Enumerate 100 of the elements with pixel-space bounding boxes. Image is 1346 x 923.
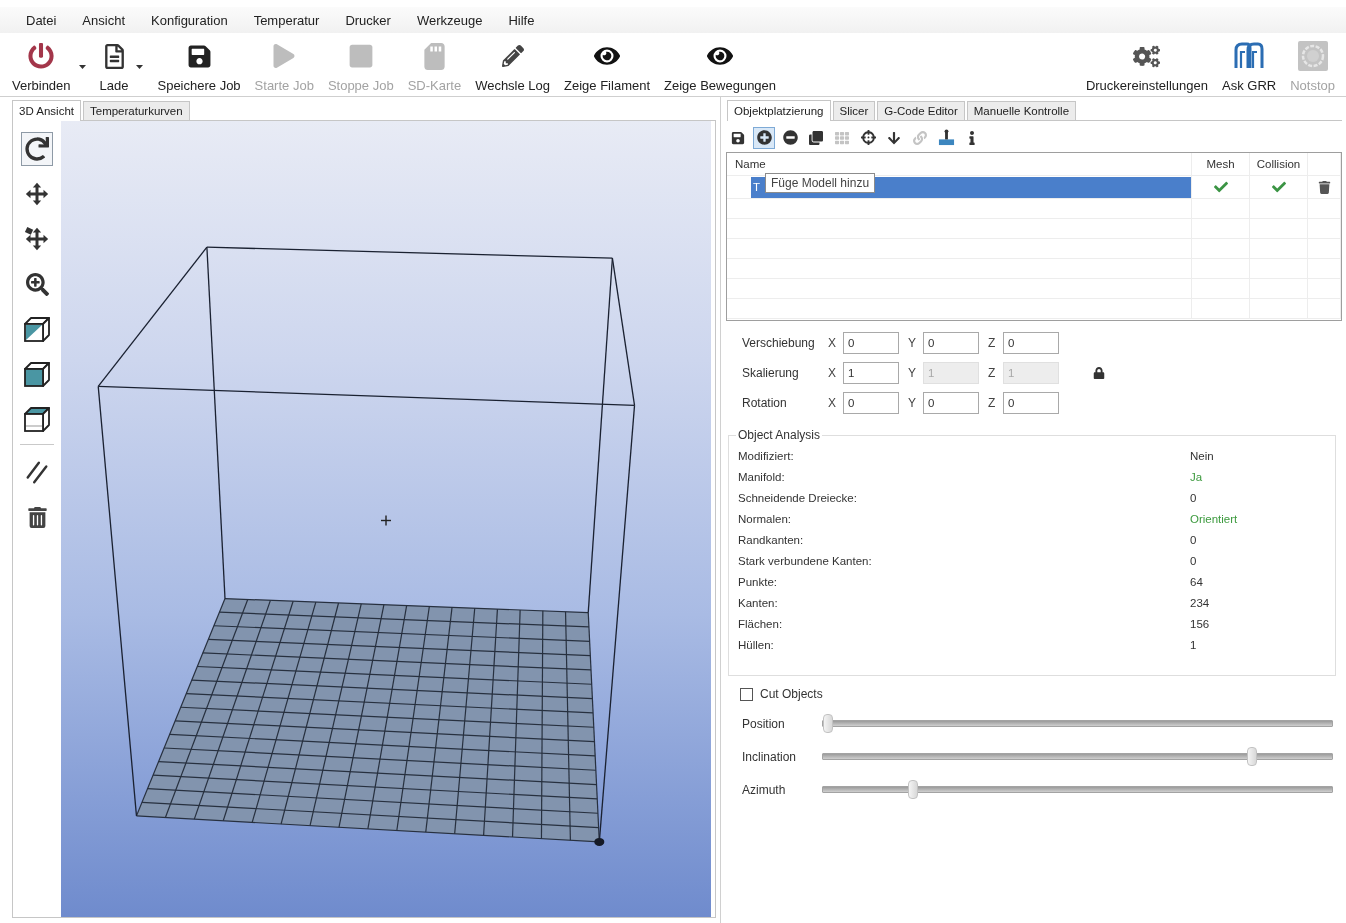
slider-thumb[interactable]: [907, 780, 918, 799]
toolbar-button[interactable]: Zeige Bewegungen: [657, 41, 784, 93]
crosshair-icon: [380, 514, 392, 527]
axis-label: X: [828, 366, 837, 380]
cube-icon: [23, 360, 51, 388]
analysis-value: Ja: [1190, 470, 1203, 483]
slider-label: Azimuth: [742, 782, 787, 797]
field-label: Skalierung: [742, 366, 800, 380]
tab[interactable]: G-Code Editor: [877, 101, 965, 120]
link-icon: [913, 130, 927, 145]
toolbar-button[interactable]: Wechsle Log: [468, 41, 558, 93]
zoom-in-icon: [25, 272, 49, 296]
analysis-label: Randkanten:: [738, 533, 805, 546]
axis-label: Y: [908, 396, 917, 410]
axis-label: X: [828, 336, 837, 350]
arrow-down-icon: [887, 130, 901, 145]
analysis-label: Hüllen:: [738, 638, 775, 651]
ring-icon: [1297, 41, 1328, 71]
group-title: Object Analysis: [737, 428, 822, 442]
slider-thumb[interactable]: [1247, 747, 1258, 766]
number-field[interactable]: 0: [843, 332, 899, 354]
analysis-value: 0: [1190, 491, 1197, 504]
menu-item[interactable]: Konfiguration: [138, 12, 241, 28]
axis-label: Y: [908, 366, 917, 380]
power-icon: [28, 43, 55, 69]
menu-item[interactable]: Drucker: [332, 12, 404, 28]
analysis-label: Normalen:: [738, 512, 793, 525]
tab[interactable]: 3D Ansicht: [12, 100, 81, 121]
view-tool-button[interactable]: [21, 132, 53, 166]
toolbar-button[interactable]: Ask GRR: [1215, 41, 1284, 93]
tooltip: Füge Modell hinzu: [765, 173, 876, 193]
number-field[interactable]: 1: [843, 362, 899, 384]
parallel-lines-icon: [24, 459, 50, 485]
lock-icon[interactable]: [1093, 367, 1105, 379]
grid-icon: [835, 130, 849, 145]
move-object-icon: [24, 226, 50, 252]
analysis-label: Kanten:: [738, 596, 779, 609]
menu-item[interactable]: Ansicht: [69, 12, 138, 28]
tab[interactable]: Objektplatzierung: [727, 100, 831, 121]
axis-label: Y: [908, 336, 917, 350]
analysis-label: Manifold:: [738, 470, 786, 483]
play-icon: [272, 44, 297, 68]
field-label: Verschiebung: [742, 336, 816, 350]
analysis-value: 0: [1190, 533, 1197, 546]
slider-label: Position: [742, 716, 786, 731]
axis-label: Z: [988, 366, 997, 380]
analysis-label: Modifiziert:: [738, 449, 795, 462]
analysis-label: Schneidende Dreiecke:: [738, 491, 858, 504]
menu-item[interactable]: Hilfe: [495, 12, 548, 28]
analysis-value: 64: [1190, 575, 1203, 588]
column-header[interactable]: Mesh: [1206, 158, 1235, 170]
slider-thumb[interactable]: [823, 714, 833, 733]
tab[interactable]: Slicer: [832, 101, 876, 120]
number-field[interactable]: 0: [923, 332, 979, 354]
analysis-value: Orientiert: [1190, 512, 1238, 525]
analysis-label: Flächen:: [738, 617, 784, 630]
axis-label: Z: [988, 396, 997, 410]
trash-icon: [26, 506, 48, 528]
toolbar-button[interactable]: Zeige Filament: [557, 41, 658, 93]
field-label: Rotation: [742, 396, 788, 410]
cube-icon: [23, 405, 51, 433]
number-field[interactable]: 0: [1003, 332, 1059, 354]
analysis-value: 156: [1190, 617, 1210, 630]
analysis-value: Nein: [1190, 449, 1214, 462]
menu-item[interactable]: Temperatur: [240, 12, 333, 28]
dropdown-caret-icon: [136, 65, 144, 69]
analysis-value: 0: [1190, 554, 1197, 567]
column-header[interactable]: Name: [735, 158, 766, 170]
stop-icon: [347, 43, 374, 69]
dropdown-caret-icon: [78, 65, 86, 69]
toolbar-button[interactable]: Lade: [92, 41, 151, 93]
axis-label: X: [828, 396, 837, 410]
platform-icon: [937, 129, 955, 146]
3d-viewport[interactable]: [61, 121, 711, 917]
analysis-value: 234: [1190, 596, 1210, 609]
number-field[interactable]: 0: [843, 392, 899, 414]
toolbar-button[interactable]: Verbinden: [5, 41, 93, 93]
analysis-label: Punkte:: [738, 575, 778, 588]
move-arrows-icon: [24, 181, 50, 207]
number-field[interactable]: 0: [923, 392, 979, 414]
rotate-icon: [25, 137, 49, 161]
pencil-icon: [501, 45, 524, 67]
menu-item[interactable]: Werkzeuge: [403, 12, 496, 28]
column-header[interactable]: Collision: [1256, 158, 1301, 170]
menu-item[interactable]: Datei: [13, 12, 70, 28]
crosshair-icon: [860, 130, 876, 145]
axis-label: Z: [988, 336, 997, 350]
trash-icon[interactable]: [1317, 180, 1331, 194]
toolbar-button[interactable]: Druckereinstellungen: [1078, 41, 1215, 93]
number-field[interactable]: 0: [1003, 392, 1059, 414]
analysis-label: Stark verbundene Kanten:: [738, 554, 873, 567]
tab[interactable]: Temperaturkurven: [83, 101, 190, 120]
logo-icon: [1233, 42, 1266, 70]
toolbar-button[interactable]: Speichere Job: [150, 41, 248, 93]
object-tool-button[interactable]: [753, 126, 775, 149]
analysis-value: 1: [1190, 638, 1197, 651]
model-name[interactable]: T: [753, 181, 761, 193]
checkbox[interactable]: [740, 687, 753, 701]
copy-icon: [809, 130, 823, 145]
tab[interactable]: Manuelle Kontrolle: [966, 101, 1077, 120]
